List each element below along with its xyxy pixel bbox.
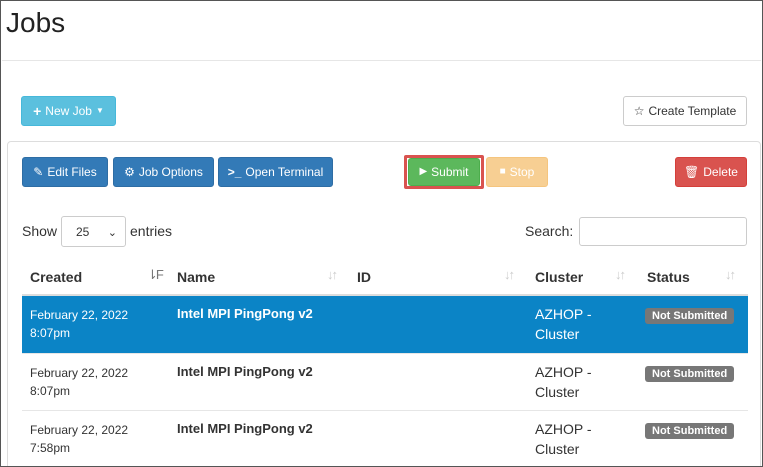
cluster-line-1: AZHOP - xyxy=(535,364,592,380)
job-name: Intel MPI PingPong v2 xyxy=(177,306,313,321)
table-row[interactable]: February 22, 2022 8:07pm Intel MPI PingP… xyxy=(22,296,748,353)
edit-icon: ✎ xyxy=(33,165,44,179)
cluster-line-1: AZHOP - xyxy=(535,306,592,322)
new-job-label: New Job xyxy=(45,104,92,118)
job-name: Intel MPI PingPong v2 xyxy=(177,364,313,379)
column-header-status[interactable]: Status xyxy=(647,259,690,295)
cluster-line-2: Cluster xyxy=(535,384,580,400)
job-options-button[interactable]: ⚙ Job Options xyxy=(113,157,214,187)
plus-icon: + xyxy=(33,103,42,119)
column-header-name[interactable]: Name xyxy=(177,259,215,295)
created-date: February 22, 2022 xyxy=(30,423,129,437)
status-badge: Not Submitted xyxy=(645,366,735,382)
created-date: February 22, 2022 xyxy=(30,308,129,322)
page-size-select[interactable]: 25 ⌄ xyxy=(61,216,126,247)
created-cell: February 22, 2022 8:07pm xyxy=(30,364,128,400)
search-input[interactable] xyxy=(579,217,747,246)
edit-files-label: Edit Files xyxy=(47,165,97,179)
open-terminal-label: Open Terminal xyxy=(245,165,324,179)
status-badge: Not Submitted xyxy=(645,308,735,324)
cluster-cell: AZHOP - Cluster xyxy=(535,419,592,459)
created-time: 7:58pm xyxy=(30,441,71,455)
created-date: February 22, 2022 xyxy=(30,366,129,380)
create-template-button[interactable]: ☆ Create Template xyxy=(623,96,747,126)
app-window: Jobs + New Job ▼ ☆ Create Template ✎ Edi… xyxy=(0,0,763,467)
caret-down-icon: ▼ xyxy=(95,106,104,115)
delete-button[interactable]: 🗑 Delete xyxy=(675,157,747,187)
column-header-created[interactable]: Created xyxy=(30,259,82,295)
cluster-cell: AZHOP - Cluster xyxy=(535,362,592,402)
table-row[interactable]: February 22, 2022 8:07pm Intel MPI PingP… xyxy=(22,353,748,410)
stop-button[interactable]: ■ Stop xyxy=(486,157,548,187)
table-row[interactable]: February 22, 2022 7:58pm Intel MPI PingP… xyxy=(22,410,748,466)
cluster-cell: AZHOP - Cluster xyxy=(535,304,592,344)
cluster-line-1: AZHOP - xyxy=(535,421,592,437)
column-header-cluster[interactable]: Cluster xyxy=(535,259,583,295)
sort-desc-icon: ⇂F xyxy=(147,267,164,282)
cluster-line-2: Cluster xyxy=(535,326,580,342)
sort-icon: ↓↑ xyxy=(327,267,338,282)
entries-label: entries xyxy=(130,223,173,239)
created-time: 8:07pm xyxy=(30,384,71,398)
created-time: 8:07pm xyxy=(30,326,71,340)
sort-icon: ↓↑ xyxy=(725,267,736,282)
delete-label: Delete xyxy=(703,165,738,179)
sort-icon: ↓↑ xyxy=(615,267,626,282)
show-label: Show xyxy=(22,223,58,239)
create-template-label: Create Template xyxy=(648,104,737,118)
submit-highlight-box xyxy=(404,155,484,189)
gear-icon: ⚙ xyxy=(124,165,135,179)
stop-icon: ■ xyxy=(499,166,506,177)
job-name: Intel MPI PingPong v2 xyxy=(177,421,313,436)
created-cell: February 22, 2022 8:07pm xyxy=(30,306,128,342)
divider xyxy=(2,60,761,61)
cluster-line-2: Cluster xyxy=(535,441,580,457)
trash-icon: 🗑 xyxy=(684,165,700,179)
terminal-icon: >_ xyxy=(227,165,242,179)
page-size-value: 25 xyxy=(76,224,90,239)
column-header-id[interactable]: ID xyxy=(357,259,371,295)
stop-label: Stop xyxy=(509,165,535,179)
edit-files-button[interactable]: ✎ Edit Files xyxy=(22,157,108,187)
created-cell: February 22, 2022 7:58pm xyxy=(30,421,128,457)
chevron-down-icon: ⌄ xyxy=(107,227,117,239)
search-label: Search: xyxy=(525,223,574,239)
status-badge: Not Submitted xyxy=(645,423,735,439)
sort-icon: ↓↑ xyxy=(504,267,515,282)
star-icon: ☆ xyxy=(633,104,645,118)
open-terminal-button[interactable]: >_ Open Terminal xyxy=(218,157,333,187)
page-title: Jobs xyxy=(6,7,66,38)
job-options-label: Job Options xyxy=(138,165,203,179)
new-job-button[interactable]: + New Job ▼ xyxy=(21,96,116,126)
